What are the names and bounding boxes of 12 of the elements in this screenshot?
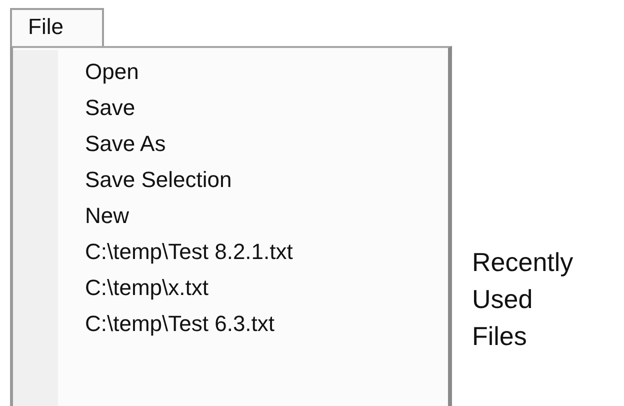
annotation-text: Used [472,283,534,316]
menu-item[interactable]: C:\temp\Test 6.3.txt [85,306,293,342]
menu-item[interactable]: New [85,198,293,234]
menu-item[interactable]: Save Selection [85,162,293,198]
menu-item[interactable]: Save As [85,126,293,162]
menu-item[interactable]: Open [85,54,293,90]
annotation-text: Recently [472,246,574,279]
annotation-text: Files [472,320,528,353]
menu-item[interactable]: C:\temp\x.txt [85,270,293,306]
file-menu[interactable]: File [10,8,104,48]
menu-item[interactable]: Save [85,90,293,126]
menu-item[interactable]: C:\temp\Test 8.2.1.txt [85,234,293,270]
